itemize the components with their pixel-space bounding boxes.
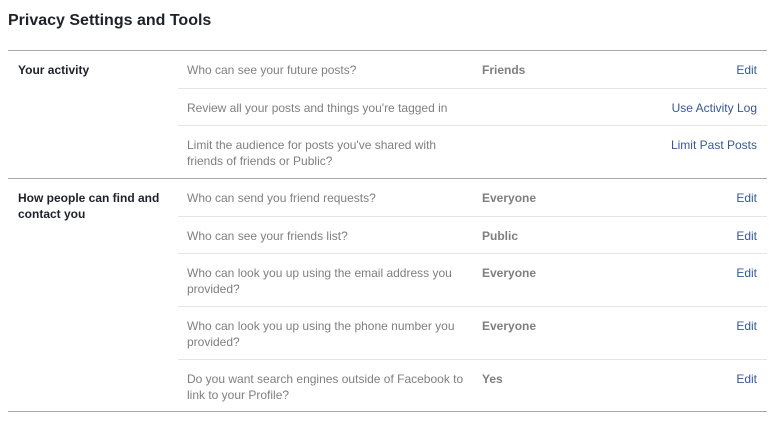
edit-friend-requests-link[interactable]: Edit [736,190,757,206]
setting-question: Limit the audience for posts you've shar… [187,138,437,168]
setting-row-limit-past-posts: Limit the audience for posts you've shar… [178,125,767,178]
limit-past-posts-link[interactable]: Limit Past Posts [671,137,757,153]
setting-value: Everyone [482,319,537,333]
page-title: Privacy Settings and Tools [8,12,212,29]
setting-row-future-posts: Who can see your future posts? Friends E… [178,51,767,88]
setting-value: Friends [482,63,526,77]
setting-row-friend-requests: Who can send you friend requests? Everyo… [178,179,767,216]
section-rows: Who can see your future posts? Friends E… [178,51,767,178]
edit-friends-list-link[interactable]: Edit [736,228,757,244]
section-label: Your activity [18,63,90,77]
setting-row-search-engines: Do you want search engines outside of Fa… [178,359,767,411]
setting-row-email-lookup: Who can look you up using the email addr… [178,253,767,306]
setting-question: Who can look you up using the email addr… [187,266,452,296]
setting-question: Who can look you up using the phone numb… [187,319,455,349]
setting-value: Yes [482,372,503,386]
privacy-settings-table: Your activity Who can see your future po… [8,50,767,412]
setting-question: Who can send you friend requests? [187,191,376,205]
setting-question: Who can see your friends list? [187,229,348,243]
setting-question: Review all your posts and things you're … [187,101,448,115]
setting-value: Everyone [482,266,537,280]
setting-value: Everyone [482,191,537,205]
section-find-and-contact: How people can find and contact you Who … [8,179,767,412]
edit-search-engines-link[interactable]: Edit [736,371,757,387]
setting-value: Public [482,229,519,243]
section-label: How people can find and contact you [18,191,160,221]
edit-phone-lookup-link[interactable]: Edit [736,318,757,334]
section-rows: Who can send you friend requests? Everyo… [178,179,767,411]
section-your-activity: Your activity Who can see your future po… [8,51,767,179]
edit-future-posts-link[interactable]: Edit [736,62,757,78]
edit-email-lookup-link[interactable]: Edit [736,265,757,281]
setting-row-friends-list: Who can see your friends list? Public Ed… [178,216,767,253]
setting-question: Do you want search engines outside of Fa… [187,372,464,402]
use-activity-log-link[interactable]: Use Activity Log [672,100,757,116]
setting-row-phone-lookup: Who can look you up using the phone numb… [178,306,767,359]
setting-row-review-posts: Review all your posts and things you're … [178,88,767,125]
setting-question: Who can see your future posts? [187,63,357,77]
